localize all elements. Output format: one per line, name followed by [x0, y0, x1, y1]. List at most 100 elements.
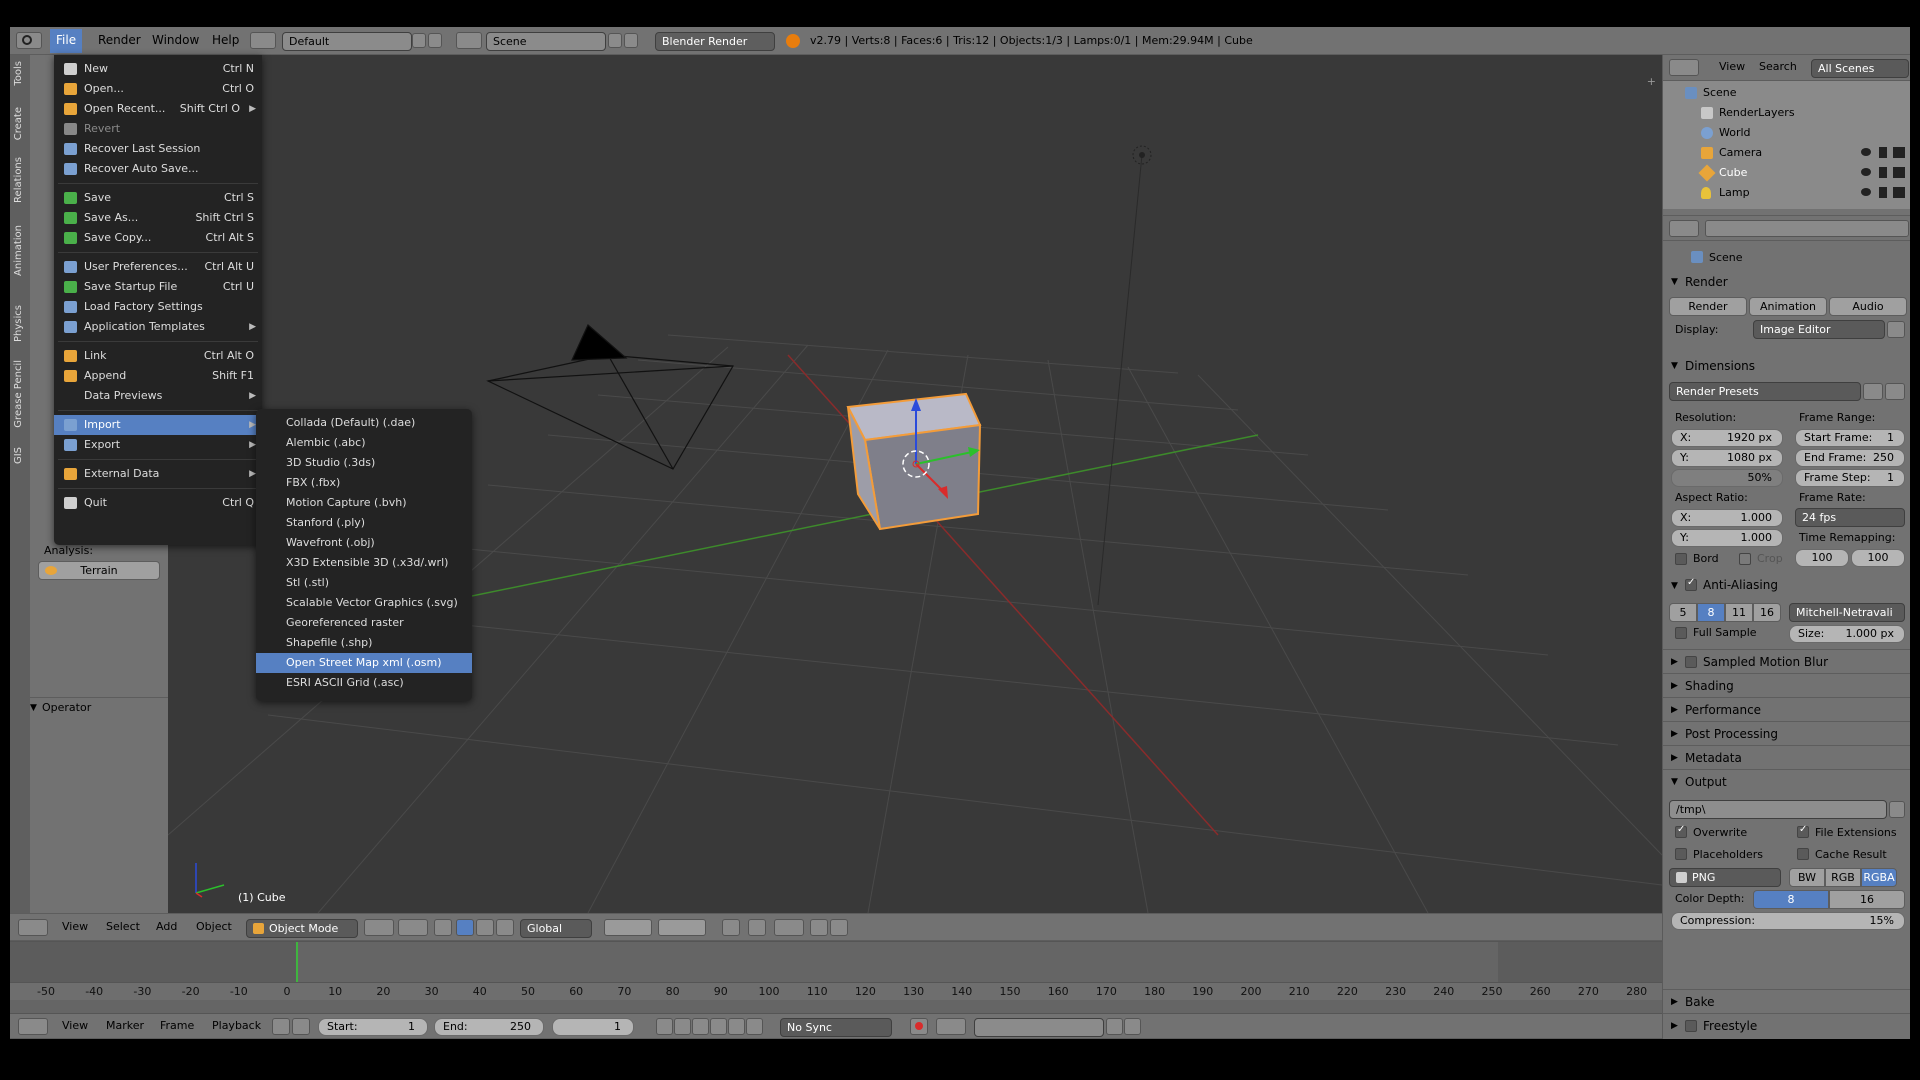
import-menu-item[interactable]: 3D Studio (.3ds)	[256, 453, 472, 473]
aa-collapse-icon[interactable]: ▼	[1671, 581, 1678, 591]
collapsed-panel-bake[interactable]: ▶ Bake	[1663, 989, 1910, 1013]
file-menu-item[interactable]: Data Previews ▶	[54, 386, 262, 406]
timeline-menu-playback[interactable]: Playback	[212, 1019, 261, 1032]
tab-physics[interactable]: Physics	[13, 305, 24, 342]
keying-set-icon[interactable]	[936, 1018, 966, 1035]
file-menu-item[interactable]: Recover Auto Save...	[54, 159, 262, 179]
outliner-row-lamp[interactable]: Lamp	[1663, 183, 1910, 203]
insert-keyframe-icon[interactable]	[1106, 1018, 1123, 1035]
jump-start-icon[interactable]	[656, 1018, 673, 1035]
timeline-menu-view[interactable]: View	[62, 1019, 88, 1032]
overwrite-checkbox[interactable]: ✓	[1675, 824, 1687, 838]
output-panel-header[interactable]: Output	[1685, 775, 1727, 789]
render-camera-icon[interactable]	[1893, 187, 1905, 198]
outliner-row-cube[interactable]: Cube	[1663, 163, 1910, 183]
aa-sample-11[interactable]: 11	[1725, 603, 1753, 622]
3d-view-editor-icon[interactable]	[18, 919, 48, 936]
preview-range-icon[interactable]	[272, 1018, 290, 1035]
freestyle-checkbox[interactable]	[1685, 1020, 1697, 1032]
dimensions-collapse-icon[interactable]: ▼	[1671, 361, 1678, 371]
aa-sample-16[interactable]: 16	[1753, 603, 1781, 622]
add-scene-icon[interactable]	[608, 33, 622, 48]
object-mode-selector[interactable]: Object Mode	[246, 919, 358, 938]
compression-slider[interactable]: Compression: 15%	[1671, 912, 1905, 930]
aa-size-field[interactable]: Size: 1.000 px	[1789, 625, 1905, 643]
delete-keyframe-icon[interactable]	[1124, 1018, 1141, 1035]
outliner-row-world[interactable]: World	[1663, 123, 1910, 143]
outliner-row-scene[interactable]: Scene	[1663, 83, 1910, 103]
file-menu-item[interactable]: Quit Ctrl Q	[54, 493, 262, 513]
file-menu-item[interactable]: Append Shift F1	[54, 366, 262, 386]
remove-preset-icon[interactable]	[1885, 383, 1905, 400]
viewport-menu-add[interactable]: Add	[156, 920, 177, 933]
import-menu-item[interactable]: Shapefile (.shp)	[256, 633, 472, 653]
file-menu-item[interactable]: Export ▶	[54, 435, 262, 455]
collapsed-panel-performance[interactable]: ▶ Performance	[1663, 697, 1910, 721]
aa-sample-8[interactable]: 8	[1697, 603, 1725, 622]
timeline-menu-marker[interactable]: Marker	[106, 1019, 144, 1032]
output-path-input[interactable]: /tmp\	[1669, 800, 1887, 819]
file-format-selector[interactable]: PNG	[1669, 868, 1781, 887]
tab-gis[interactable]: GIS	[13, 447, 24, 464]
file-menu-item[interactable]: New Ctrl N	[54, 59, 262, 79]
info-editor-icon[interactable]	[16, 32, 42, 49]
camera-object[interactable]	[486, 324, 734, 470]
file-menu-item[interactable]: External Data ▶	[54, 464, 262, 484]
tab-grease-pencil[interactable]: Grease Pencil	[13, 360, 24, 428]
resolution-percentage-field[interactable]: 50%	[1671, 469, 1783, 487]
collapsed-panel-shading[interactable]: ▶ Shading	[1663, 673, 1910, 697]
record-icon[interactable]	[910, 1018, 928, 1035]
tab-animation[interactable]: Animation	[13, 225, 24, 276]
outliner-row-camera[interactable]: Camera	[1663, 143, 1910, 163]
file-menu-item[interactable]: Load Factory Settings	[54, 297, 262, 317]
audio-button[interactable]: Audio	[1829, 297, 1907, 316]
import-menu-item[interactable]: FBX (.fbx)	[256, 473, 472, 493]
border-checkbox[interactable]	[1675, 553, 1687, 565]
viewport-menu-object[interactable]: Object	[196, 920, 232, 933]
scale-manipulator-icon[interactable]	[496, 919, 514, 936]
jump-keyframe-back-icon[interactable]	[674, 1018, 691, 1035]
aa-filter-selector[interactable]: Mitchell-Netravali	[1789, 603, 1905, 622]
resolution-x-field[interactable]: X: 1920 px	[1671, 429, 1783, 447]
select-cursor-icon[interactable]	[1879, 187, 1887, 198]
import-menu-item[interactable]: Collada (Default) (.dae)	[256, 413, 472, 433]
opengl-render-icon[interactable]	[810, 919, 828, 936]
viewport-menu-select[interactable]: Select	[106, 920, 140, 933]
layer-buttons-icon[interactable]	[604, 919, 652, 936]
play-reverse-icon[interactable]	[692, 1018, 709, 1035]
file-menu-item[interactable]: Save Startup File Ctrl U	[54, 277, 262, 297]
jump-keyframe-forward-icon[interactable]	[728, 1018, 745, 1035]
properties-editor-icon[interactable]	[1669, 220, 1699, 237]
render-camera-icon[interactable]	[1893, 147, 1905, 158]
import-menu-item[interactable]: Motion Capture (.bvh)	[256, 493, 472, 513]
placeholders-checkbox[interactable]	[1675, 848, 1687, 860]
render-panel-header[interactable]: Render	[1685, 275, 1728, 289]
file-menu-item[interactable]: Import ▶	[54, 415, 262, 435]
tab-create[interactable]: Create	[13, 107, 24, 140]
import-menu-item[interactable]: Open Street Map xml (.osm)	[256, 653, 472, 673]
layer-buttons-2-icon[interactable]	[658, 919, 706, 936]
lamp-object[interactable]	[1132, 145, 1152, 165]
import-menu-item[interactable]: Stl (.stl)	[256, 573, 472, 593]
file-menu-item[interactable]: Save As... Shift Ctrl S	[54, 208, 262, 228]
translate-manipulator-icon[interactable]	[456, 919, 474, 936]
timeline-editor-icon[interactable]	[18, 1018, 48, 1035]
outliner-menu-search[interactable]: Search	[1759, 60, 1797, 73]
import-menu-item[interactable]: Stanford (.ply)	[256, 513, 472, 533]
layout-screen-icon[interactable]	[250, 32, 276, 49]
file-extensions-checkbox[interactable]: ✓	[1797, 824, 1809, 838]
file-menu-item[interactable]: Link Ctrl Alt O	[54, 346, 262, 366]
sync-mode-selector[interactable]: No Sync	[780, 1018, 892, 1037]
collapsed-panel-post-processing[interactable]: ▶ Post Processing	[1663, 721, 1910, 745]
properties-context-tabs[interactable]	[1705, 220, 1909, 237]
operator-panel-header[interactable]: ▼ Operator	[30, 697, 168, 717]
color-mode-rgb[interactable]: RGB	[1825, 868, 1861, 887]
outliner-editor-icon[interactable]	[1669, 59, 1699, 76]
file-menu-item[interactable]: Application Templates ▶	[54, 317, 262, 337]
play-icon[interactable]	[710, 1018, 727, 1035]
scene-selector[interactable]: Scene	[486, 32, 606, 51]
import-menu-item[interactable]: Alembic (.abc)	[256, 433, 472, 453]
scene-icon[interactable]	[456, 32, 482, 49]
file-menu-item[interactable]: User Preferences... Ctrl Alt U	[54, 257, 262, 277]
rotate-manipulator-icon[interactable]	[476, 919, 494, 936]
